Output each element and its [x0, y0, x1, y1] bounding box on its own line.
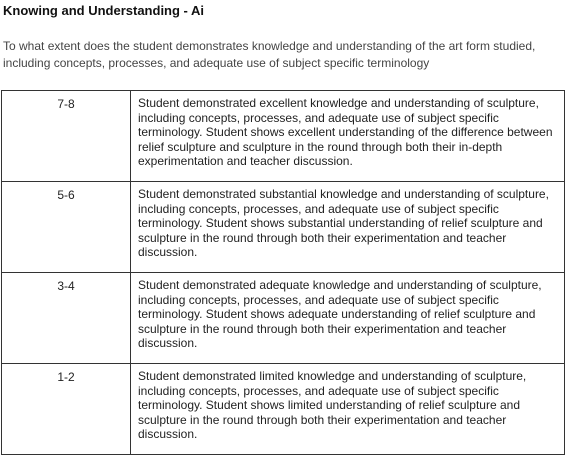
score-band: 7-8	[1, 90, 131, 182]
rubric-row: 5-6 Student demonstrated substantial kno…	[1, 181, 565, 273]
score-band: 5-6	[1, 181, 131, 273]
rubric-row: 1-2 Student demonstrated limited knowled…	[1, 363, 565, 455]
band-description: Student demonstrated limited knowledge a…	[130, 363, 565, 455]
rubric-row: 3-4 Student demonstrated adequate knowle…	[1, 272, 565, 364]
document-page: Knowing and Understanding - Ai To what e…	[0, 0, 568, 468]
band-description: Student demonstrated excellent knowledge…	[130, 90, 565, 182]
score-band: 1-2	[1, 363, 131, 455]
page-title: Knowing and Understanding - Ai	[3, 3, 205, 18]
band-description: Student demonstrated substantial knowled…	[130, 181, 565, 273]
rubric-row: 7-8 Student demonstrated excellent knowl…	[1, 90, 565, 182]
rubric-table: 7-8 Student demonstrated excellent knowl…	[1, 90, 565, 455]
criterion-question: To what extent does the student demonstr…	[3, 39, 536, 70]
score-band: 3-4	[1, 272, 131, 364]
band-description: Student demonstrated adequate knowledge …	[130, 272, 565, 364]
